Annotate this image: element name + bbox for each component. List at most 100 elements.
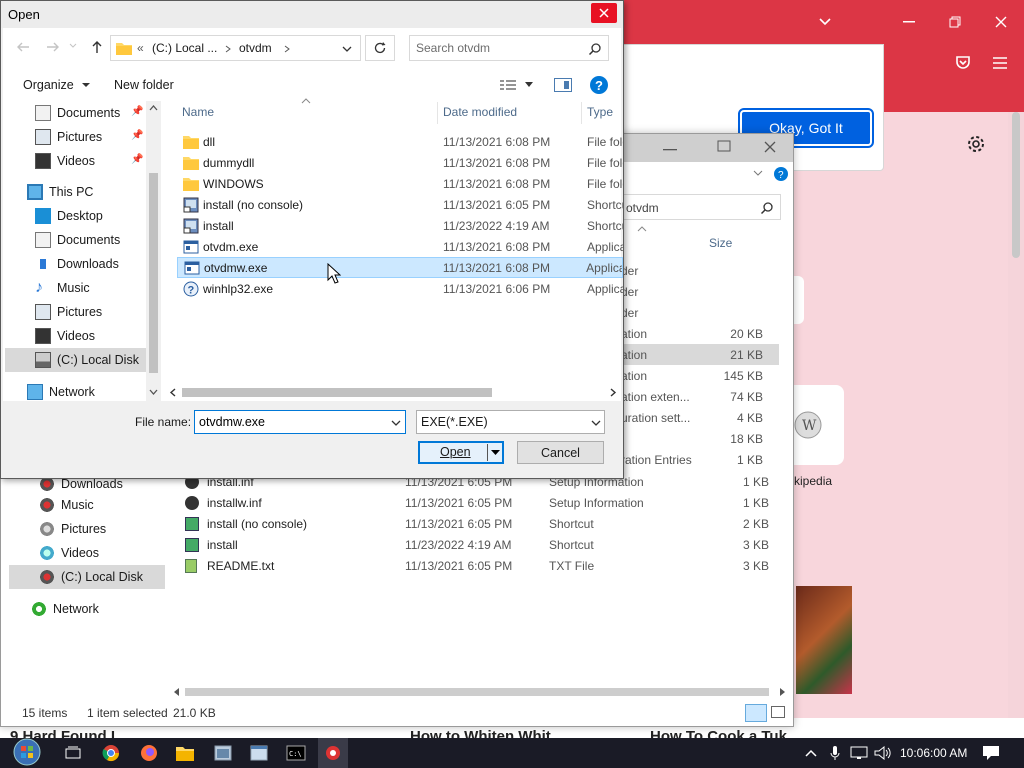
help-icon[interactable]: ? <box>590 76 608 94</box>
tree-scrollbar[interactable] <box>146 101 161 401</box>
notifications-icon[interactable] <box>980 742 1002 764</box>
tree-item-pictures-quick[interactable]: Pictures <box>35 125 102 149</box>
table-row[interactable]: README.txt 11/13/2021 6:05 PM TXT File 3… <box>185 555 785 576</box>
recent-locations-chevron-icon[interactable] <box>69 43 77 49</box>
file-row[interactable]: install (no console) 11/13/2021 6:05 PM S… <box>177 194 623 215</box>
column-divider[interactable] <box>581 102 582 124</box>
explorer-maximize-icon[interactable] <box>717 140 731 154</box>
wikipedia-tile[interactable]: W <box>794 385 844 465</box>
pocket-icon[interactable] <box>954 54 972 72</box>
story-thumbnail[interactable] <box>796 586 852 694</box>
file-list-h-scrollbar[interactable] <box>165 384 621 401</box>
address-overflow[interactable]: « <box>137 41 144 55</box>
pin-icon[interactable]: 📌 <box>131 106 143 117</box>
details-view-icon[interactable] <box>745 704 767 722</box>
file-row-selected[interactable]: otvdmw.exe 11/13/2021 6:08 PMApplication <box>177 257 623 278</box>
list-item[interactable]: der <box>621 260 779 281</box>
chrome-icon[interactable] <box>100 742 122 764</box>
tree-item-videos[interactable]: Videos <box>35 324 95 348</box>
settings-app-icon[interactable] <box>212 742 234 764</box>
address-bar[interactable]: « (C:) Local ... otvdm <box>110 35 361 61</box>
file-row[interactable]: install 11/23/2022 4:19 AMShortcut <box>177 215 623 236</box>
table-row[interactable]: install 11/23/2022 4:19 AM Shortcut 3 KB <box>185 534 785 555</box>
dialog-close-button[interactable] <box>591 3 617 23</box>
microphone-icon[interactable] <box>824 742 846 764</box>
open-button[interactable]: Open <box>418 441 504 464</box>
explorer-h-scroll-thumb[interactable] <box>185 688 769 696</box>
file-row[interactable]: otvdm.exe 11/13/2021 6:08 PMApplication <box>177 236 623 257</box>
tree-item-music[interactable]: ♪ Music <box>35 276 90 300</box>
list-item[interactable]: uration sett... 4 KB <box>621 407 779 428</box>
volume-icon[interactable] <box>872 742 894 764</box>
explorer-close-icon[interactable] <box>763 140 777 154</box>
tree-item-downloads[interactable]: Downloads <box>35 252 119 276</box>
taskbar-clock[interactable]: 10:06:00 AM <box>900 746 967 760</box>
tree-item-documents[interactable]: Documents <box>35 228 120 252</box>
list-item[interactable]: ation 145 KB <box>621 365 779 386</box>
file-list-h-scroll-thumb[interactable] <box>182 388 492 397</box>
tree-scroll-thumb[interactable] <box>149 173 158 373</box>
search-input[interactable]: Search otvdm <box>416 41 490 55</box>
tree-item-documents-quick[interactable]: Documents <box>35 101 120 125</box>
list-item[interactable]: ation 21 KB <box>621 344 779 365</box>
explorer-h-scrollbar[interactable] <box>171 684 787 700</box>
tree-item-pictures[interactable]: Pictures <box>35 300 102 324</box>
browser-close-icon[interactable] <box>978 0 1024 44</box>
up-arrow-icon[interactable] <box>89 39 105 55</box>
column-header-date[interactable]: Date modified <box>443 105 517 119</box>
forward-arrow-icon[interactable] <box>45 39 61 55</box>
explorer-minimize-icon[interactable] <box>663 140 677 154</box>
refresh-button[interactable] <box>365 35 395 61</box>
explorer-nav-local-disk[interactable]: (C:) Local Disk <box>9 565 165 589</box>
large-icons-view-icon[interactable] <box>771 706 785 718</box>
table-row[interactable]: installw.inf 11/13/2021 6:05 PM Setup In… <box>185 492 785 513</box>
file-row[interactable]: dll 11/13/2021 6:08 PMFile folder <box>177 131 623 152</box>
file-type-select[interactable]: EXE(*.EXE) <box>416 410 605 434</box>
explorer-search-box[interactable]: otvdm <box>621 194 781 220</box>
file-row[interactable]: ?winhlp32.exe 11/13/2021 6:06 PMApplicat… <box>177 278 623 299</box>
column-divider[interactable] <box>437 102 438 124</box>
firefox-icon[interactable] <box>138 742 160 764</box>
pin-icon[interactable]: 📌 <box>131 130 143 141</box>
list-item[interactable]: ation exten... 74 KB <box>621 386 779 407</box>
tab-list-chevron-icon[interactable] <box>802 0 848 44</box>
list-item[interactable]: der <box>621 302 779 323</box>
list-item[interactable]: 18 KB <box>621 428 779 449</box>
minimize-icon[interactable] <box>886 0 932 44</box>
new-folder-button[interactable]: New folder <box>114 78 174 92</box>
command-prompt-icon[interactable]: C:\ <box>285 742 307 764</box>
table-row[interactable]: install (no console) 11/13/2021 6:05 PM … <box>185 513 785 534</box>
file-explorer-icon[interactable] <box>174 742 196 764</box>
settings-gear-icon[interactable] <box>966 134 986 154</box>
file-row[interactable]: WINDOWS 11/13/2021 6:08 PMFile folder <box>177 173 623 194</box>
explorer-search-input[interactable]: otvdm <box>626 201 659 215</box>
view-options-icon[interactable] <box>500 79 534 91</box>
show-hidden-icons-icon[interactable] <box>800 742 822 764</box>
tree-item-local-disk[interactable]: (C:) Local Disk <box>35 348 139 372</box>
task-view-icon[interactable] <box>62 742 84 764</box>
file-row[interactable]: dummydll 11/13/2021 6:08 PMFile folder <box>177 152 623 173</box>
file-name-input[interactable]: otvdmw.exe <box>194 410 406 434</box>
tree-item-this-pc[interactable]: This PC <box>27 180 93 204</box>
list-item[interactable]: ation 20 KB <box>621 323 779 344</box>
preview-pane-icon[interactable] <box>554 78 572 92</box>
cancel-button[interactable]: Cancel <box>517 441 604 464</box>
column-header-name[interactable]: Name <box>182 105 214 119</box>
start-button[interactable] <box>8 736 46 768</box>
tree-item-desktop[interactable]: Desktop <box>35 204 103 228</box>
page-scrollbar-thumb[interactable] <box>1012 112 1020 258</box>
network-status-icon[interactable] <box>848 742 870 764</box>
otvdm-app-icon[interactable] <box>322 742 344 764</box>
tree-item-videos-quick[interactable]: Videos <box>35 149 95 173</box>
menu-icon[interactable] <box>992 56 1008 70</box>
breadcrumb-local-disk[interactable]: (C:) Local ... <box>152 41 217 55</box>
explorer-expand-chevron-icon[interactable] <box>753 170 763 176</box>
list-item[interactable]: ration Entries 1 KB <box>621 449 779 470</box>
organize-button[interactable]: Organize <box>23 78 91 92</box>
breadcrumb-otvdm[interactable]: otvdm <box>239 41 272 55</box>
window-app-icon[interactable] <box>248 742 270 764</box>
restore-icon[interactable] <box>932 0 978 44</box>
back-arrow-icon[interactable] <box>15 39 31 55</box>
list-item[interactable]: der <box>621 281 779 302</box>
dialog-titlebar[interactable]: Open <box>1 1 623 28</box>
